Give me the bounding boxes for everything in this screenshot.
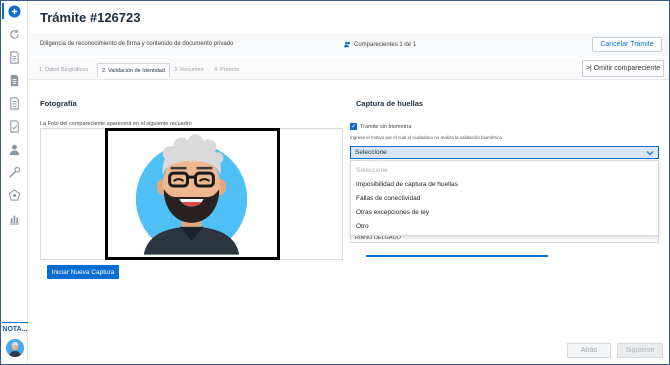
tools-icon[interactable] [7,165,22,180]
skip-compareciente-button[interactable]: >| Omitir compareciente [582,60,664,77]
nota-label[interactable]: NOTA... [2,322,28,333]
fingerprint-section-title: Captura de huellas [356,99,424,108]
reason-dropdown-list: Seleccione Imposibilidad de captura de h… [350,160,659,236]
photo-caption: La Foto del compareciente aparecerá en e… [40,121,192,127]
document-icon[interactable] [7,73,22,88]
badge-icon[interactable] [7,188,22,203]
document-check-icon[interactable] [7,119,22,134]
people-icon [344,41,351,48]
comparecientes-text: Comparecientes 1 de 1 [354,41,417,48]
no-biometrics-checkbox-row[interactable]: ✓ Trámite sin biometría [350,123,411,130]
sidebar: NOTA... [1,1,28,363]
tab-validacion-identidad[interactable]: 2. Validación de Identidad [97,63,170,77]
bar-chart-icon[interactable] [7,211,22,226]
cancel-procedure-button[interactable]: Cancelar Trámite [592,37,662,52]
procedure-description: Diligencia de reconocimiento de firma y … [40,41,234,47]
page-title: Trámite #126723 [40,10,141,25]
photo-section-title: Fotografía [40,99,77,108]
comparecientes-indicator: Comparecientes 1 de 1 [344,41,416,48]
tab-datos-biograficos[interactable]: 1. Datos Biográficos [35,63,92,77]
user-icon[interactable] [7,142,22,157]
person-avatar-illustration [135,134,248,255]
chevron-down-icon [646,150,654,155]
option-imposibilidad-huellas[interactable]: Imposibilidad de captura de huellas [356,181,458,188]
file-list-icon[interactable] [7,96,22,111]
reason-select-value: Seleccione [355,149,387,156]
document-edit-icon[interactable] [7,50,22,65]
refresh-icon[interactable] [7,27,22,42]
no-biometrics-checkbox[interactable]: ✓ [350,123,357,130]
option-fallas-conectividad[interactable]: Fallas de conectividad [356,195,420,202]
user-avatar[interactable] [6,339,24,357]
reason-select[interactable]: Seleccione [350,146,659,159]
add-circle-icon[interactable] [7,4,22,19]
option-otro[interactable]: Otro [356,223,369,230]
tab-resumen[interactable]: 3. Resumen [170,63,208,77]
photo-frame [105,128,280,260]
progress-underline [366,255,548,257]
start-capture-button[interactable]: Iniciar Nueva Captura [47,265,119,279]
next-button[interactable]: Siguiente [617,343,663,358]
back-button[interactable]: Atrás [567,343,611,358]
reason-hint: Ingrese el motivo por el cual el ciudada… [350,135,502,140]
tab-preacta[interactable]: 4. Preacta [210,63,243,77]
option-otras-excepciones[interactable]: Otras excepciones de ley [356,209,429,216]
no-biometrics-label: Trámite sin biometría [360,123,412,130]
option-seleccione[interactable]: Seleccione [356,167,388,174]
